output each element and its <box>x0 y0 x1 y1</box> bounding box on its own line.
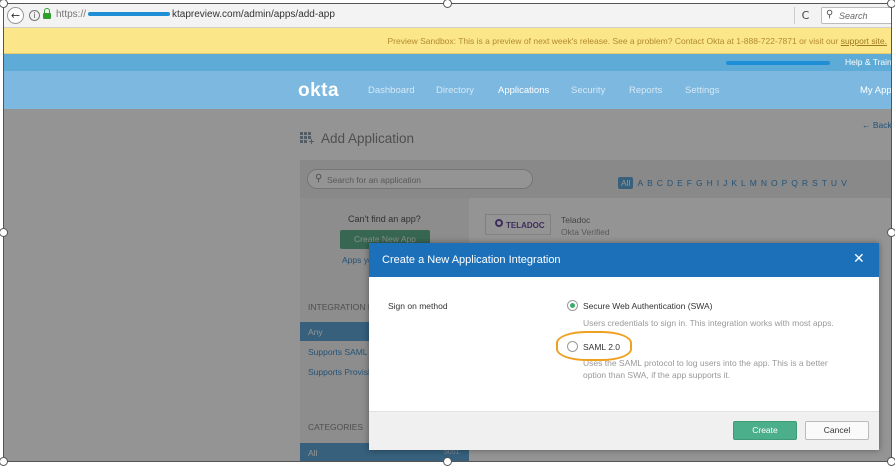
support-site-link[interactable]: support site. <box>841 36 887 46</box>
resize-handle[interactable] <box>0 457 8 466</box>
banner-message: Preview Sandbox: This is a preview of ne… <box>387 36 839 46</box>
nav-security[interactable]: Security <box>571 85 605 96</box>
my-applications-link[interactable]: My Applications <box>860 85 891 96</box>
nav-reports[interactable]: Reports <box>629 85 662 96</box>
sandbox-banner: Preview Sandbox: This is a preview of ne… <box>4 28 891 54</box>
resize-handle[interactable] <box>887 457 895 466</box>
header-utility-bar: Help & Training <box>4 54 891 71</box>
saml-highlight-circle <box>556 331 632 361</box>
create-integration-dialog: Create a New Application Integration ✕ S… <box>369 243 879 450</box>
close-icon[interactable]: ✕ <box>853 252 865 266</box>
redacted-host <box>88 12 171 17</box>
browser-search-placeholder: Search <box>839 11 868 21</box>
search-icon: ⚲ <box>826 9 834 20</box>
sign-on-method-label: Sign on method <box>388 301 448 311</box>
swa-description: Users credentials to sign in. This integ… <box>583 318 834 328</box>
create-button[interactable]: Create <box>733 421 797 440</box>
banner-text-wrap: Preview Sandbox: This is a preview of ne… <box>388 36 887 46</box>
dialog-header: Create a New Application Integration ✕ <box>369 243 879 277</box>
cancel-button[interactable]: Cancel <box>805 421 869 440</box>
url-bar[interactable]: https:// ktapreview.com/admin/apps/add-ap… <box>56 9 335 20</box>
lock-icon <box>43 8 51 20</box>
help-training-link[interactable]: Help & Training <box>845 57 891 67</box>
reload-icon[interactable]: C <box>794 7 816 24</box>
redacted-username[interactable] <box>726 61 830 65</box>
nav-dashboard[interactable]: Dashboard <box>368 85 414 96</box>
browser-search-input[interactable]: ⚲ Search <box>821 7 891 24</box>
screenshot-frame: ← i https:// ktapreview.com/admin/apps/ad… <box>3 3 892 462</box>
nav-applications[interactable]: Applications <box>498 85 549 96</box>
url-prefix: https:// <box>56 9 87 20</box>
nav-directory[interactable]: Directory <box>436 85 474 96</box>
swa-radio[interactable] <box>567 300 578 311</box>
header-nav-bar: okta Dashboard Directory Applications Se… <box>4 71 891 109</box>
resize-handle[interactable] <box>887 228 895 237</box>
swa-label[interactable]: Secure Web Authentication (SWA) <box>583 301 712 311</box>
dialog-title: Create a New Application Integration <box>382 254 561 266</box>
saml-description: Uses the SAML protocol to log users into… <box>583 358 828 380</box>
nav-settings[interactable]: Settings <box>685 85 719 96</box>
resize-handle[interactable] <box>887 0 895 8</box>
url-suffix: ktapreview.com/admin/apps/add-app <box>172 9 335 20</box>
okta-logo[interactable]: okta <box>298 80 339 102</box>
dialog-footer: Create Cancel <box>369 411 879 450</box>
back-arrow-icon[interactable]: ← <box>7 7 24 24</box>
resize-handle[interactable] <box>443 457 452 466</box>
info-icon[interactable]: i <box>29 10 40 21</box>
